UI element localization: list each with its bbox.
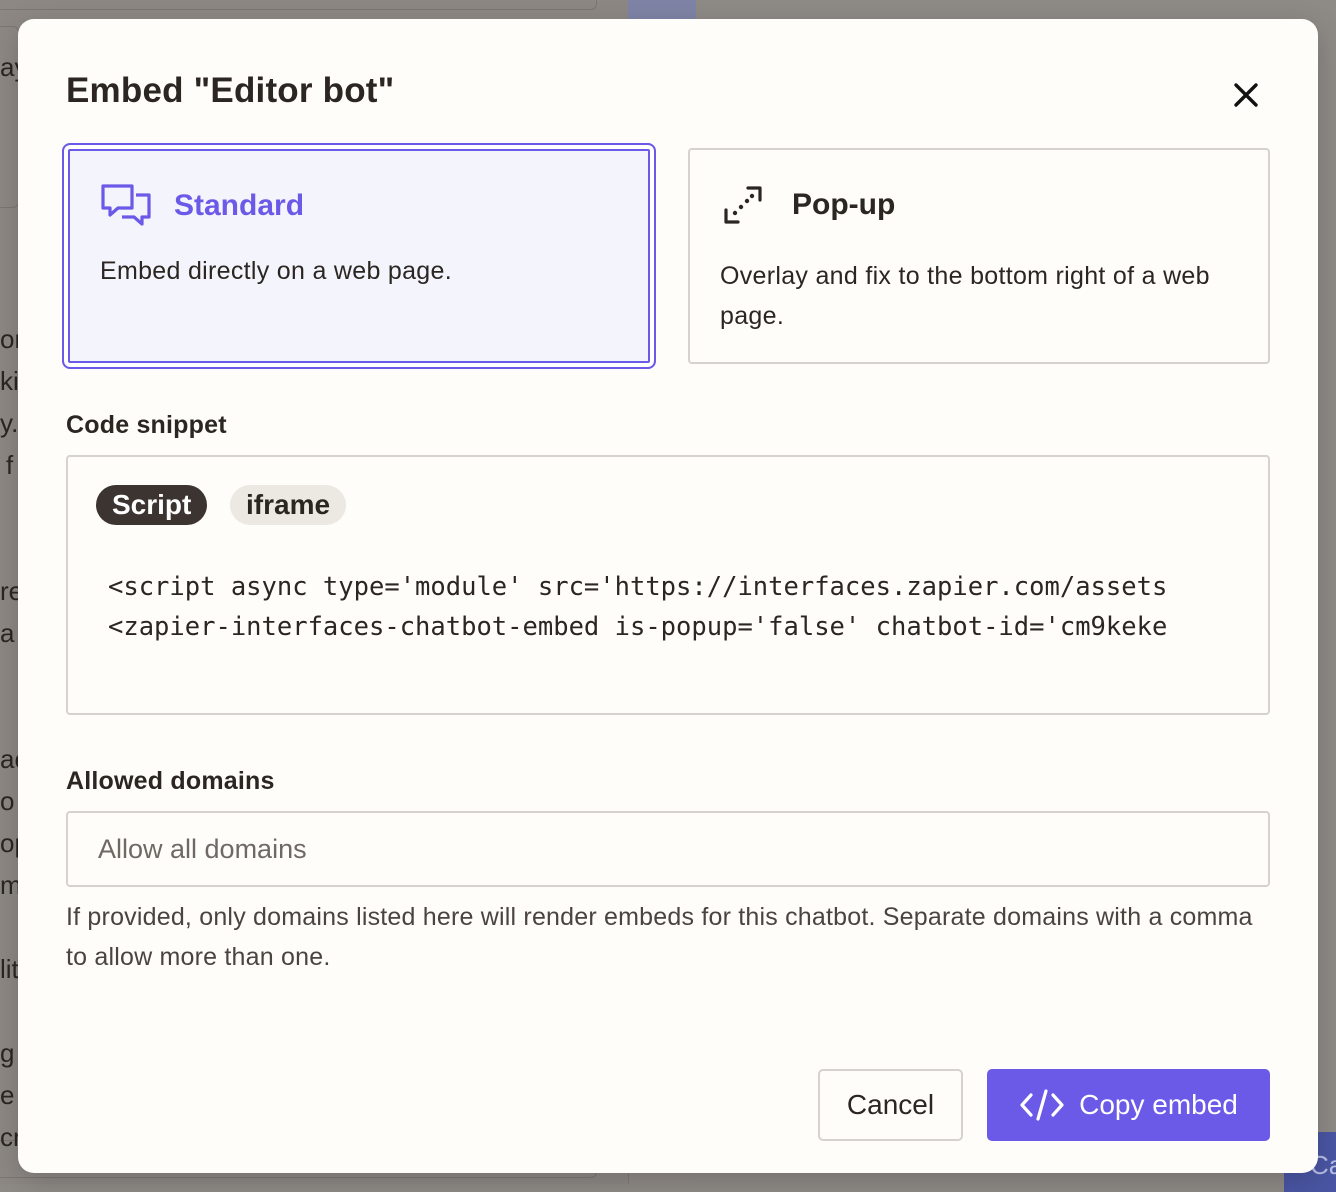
background-field: [0, 0, 597, 10]
embed-type-standard[interactable]: Standard Embed directly on a web page.: [62, 143, 656, 369]
card-title: Standard: [174, 189, 305, 222]
close-button[interactable]: [1226, 75, 1266, 115]
background-text: a: [0, 618, 15, 648]
background-text: lit: [0, 954, 18, 984]
chat-bubbles-icon: [101, 184, 151, 226]
code-icon: [1019, 1088, 1065, 1122]
card-title: Pop-up: [792, 188, 896, 221]
card-description: Embed directly on a web page.: [100, 257, 452, 285]
background-text: e: [0, 1080, 15, 1110]
close-icon: [1234, 83, 1258, 107]
background-text: re: [0, 576, 18, 606]
background-text: m: [0, 870, 18, 900]
background-text: cr: [0, 1122, 18, 1152]
copy-embed-button[interactable]: Copy embed: [987, 1069, 1270, 1141]
allowed-domains-label: Allowed domains: [66, 767, 275, 795]
background-text: y.: [0, 408, 18, 438]
code-line: <script async type='module' src='https:/…: [108, 572, 1168, 602]
code-line: <zapier-interfaces-chatbot-embed is-popu…: [108, 612, 1168, 642]
popup-expand-icon: [724, 186, 762, 224]
background-text: o t: [0, 786, 18, 816]
allowed-domains-input[interactable]: [66, 811, 1270, 887]
background-text: ac: [0, 744, 18, 774]
code-snippet-label: Code snippet: [66, 411, 227, 439]
background-text: op: [0, 828, 18, 858]
background-text: g: [0, 1038, 15, 1068]
code-snippet-box: Script iframe <script async type='module…: [66, 455, 1270, 715]
embed-type-popup[interactable]: Pop-up Overlay and fix to the bottom rig…: [688, 148, 1270, 364]
cancel-button[interactable]: Cancel: [818, 1069, 963, 1141]
card-header: Standard: [100, 183, 304, 229]
background-text: kil: [0, 366, 18, 396]
tab-iframe[interactable]: iframe: [230, 485, 347, 525]
allowed-domains-help: If provided, only domains listed here wi…: [66, 903, 1253, 971]
background-text: on: [0, 324, 18, 354]
card-description: Overlay and fix to the bottom right of a…: [720, 262, 1210, 330]
dialog-title: Embed "Editor bot": [66, 71, 395, 110]
background-tab: [628, 0, 696, 20]
card-header: Pop-up: [722, 184, 895, 226]
code-snippet-text[interactable]: <script async type='module' src='https:/…: [108, 567, 1167, 647]
tab-script[interactable]: Script: [96, 485, 208, 525]
background-text: ay: [0, 52, 18, 82]
copy-embed-label: Copy embed: [1079, 1089, 1238, 1120]
embed-dialog: Embed "Editor bot" Standard Embed direct…: [18, 19, 1318, 1173]
